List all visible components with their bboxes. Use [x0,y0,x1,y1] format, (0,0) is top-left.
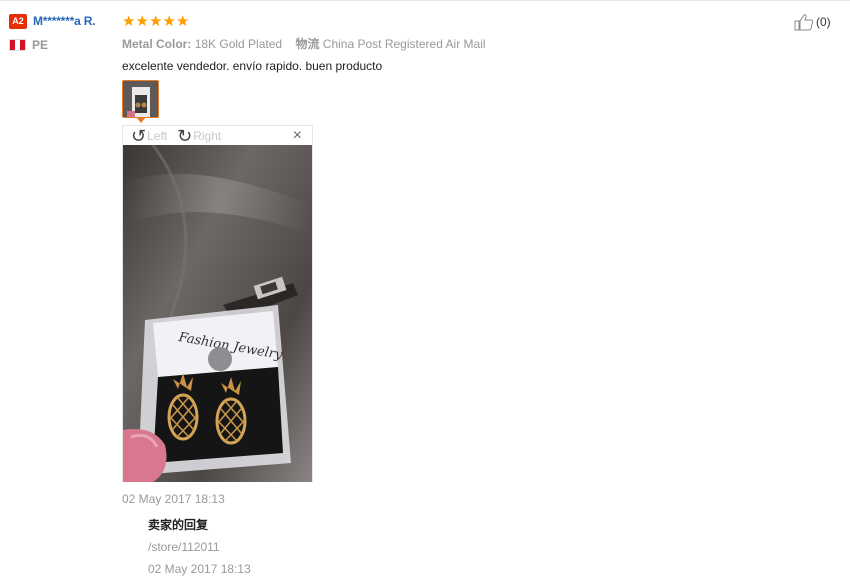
review-photo-large: Fashion Jewelry [123,145,312,482]
order-attributes: Metal Color: 18K Gold Plated 物流 China Po… [122,35,722,51]
thumbnail-pointer [136,117,146,123]
attribute-value: China Post Registered Air Mail [322,37,486,51]
helpful-button[interactable]: (0) [794,13,831,31]
peru-flag-icon [9,39,26,51]
top-divider [0,0,850,1]
close-viewer-icon[interactable]: × [293,128,302,144]
star-icon: ★ [149,12,163,30]
buyer-country: PE [32,38,49,52]
seller-store-link[interactable]: /store/112011 [148,540,251,554]
buyer-name[interactable]: M*******a R. [33,14,95,28]
viewer-toolbar: ↺ Left ↻ Right × [123,126,312,145]
star-icon: ★ [122,12,136,30]
rotate-right-button[interactable]: ↻ Right [177,127,221,145]
attribute-key: 物流 [295,37,320,51]
star-rating: ★ ★ ★ ★ ★ [122,12,722,30]
rotate-left-icon: ↺ [131,125,147,146]
thumbs-up-icon [794,14,814,31]
buyer-level-badge: A2 [9,13,27,29]
review-date: 02 May 2017 18:13 [122,492,225,506]
attribute-value: 18K Gold Plated [194,37,283,51]
rotate-left-button[interactable]: ↺ Left [131,127,167,145]
seller-reply-title: 卖家的回复 [148,518,209,532]
review-photo-thumbnail[interactable] [122,80,159,118]
rotate-right-icon: ↻ [177,125,193,146]
star-icon: ★ [135,12,149,30]
seller-reply-date: 02 May 2017 18:13 [148,562,251,576]
image-viewer: ↺ Left ↻ Right × Fashion Jewelry [122,125,313,482]
star-icon: ★ [176,12,190,30]
review-body: ★ ★ ★ ★ ★ Metal Color: 18K Gold Plated 物… [122,12,722,74]
rotate-left-label: Left [147,128,168,143]
rotate-right-label: Right [193,128,222,143]
helpful-count: (0) [816,15,831,29]
seller-reply: 卖家的回复 /store/112011 02 May 2017 18:13 [148,516,251,576]
buyer-info: A2 M*******a R. PE [9,12,119,52]
attribute-key: Metal Color: [122,37,192,51]
star-icon: ★ [162,12,176,30]
review-text: excelente vendedor. envío rapido. buen p… [122,59,383,73]
